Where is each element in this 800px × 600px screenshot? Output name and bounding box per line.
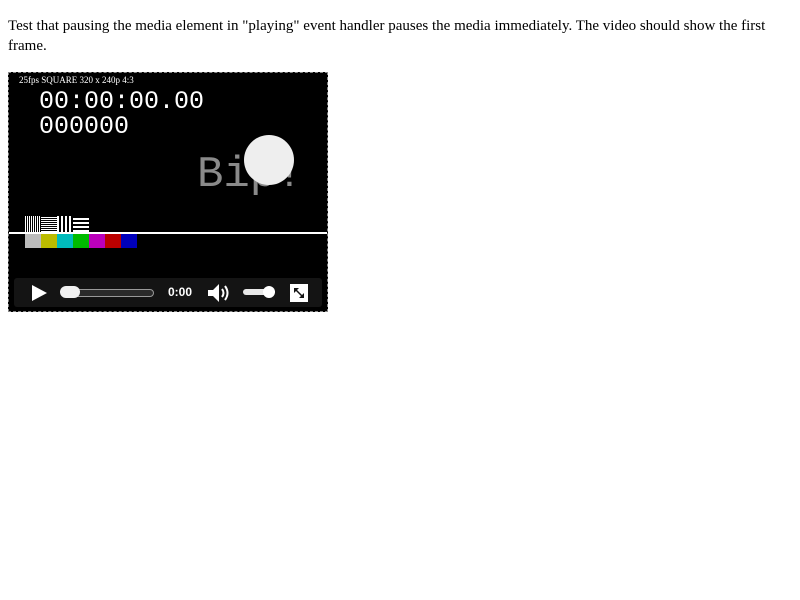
flash-circle — [244, 135, 294, 185]
color-bar — [89, 234, 105, 248]
seek-thumb[interactable] — [60, 286, 80, 298]
test-description: Test that pausing the media element in "… — [8, 18, 766, 54]
current-time: 0:00 — [167, 285, 193, 299]
fullscreen-icon — [290, 284, 308, 302]
test-pattern — [57, 216, 73, 232]
play-icon — [32, 285, 47, 301]
video-info-label: 25fps SQUARE 320 x 240p 4:3 — [19, 75, 134, 85]
volume-icon — [208, 284, 229, 302]
play-button[interactable] — [30, 284, 48, 302]
color-bar — [73, 234, 89, 248]
color-bar — [57, 234, 73, 248]
mute-button[interactable] — [207, 283, 233, 303]
color-bar — [25, 234, 41, 248]
timecode: 00:00:00.00 — [39, 87, 205, 116]
color-bar — [121, 234, 137, 248]
color-bars — [25, 234, 137, 248]
test-pattern — [73, 216, 89, 232]
video-player[interactable]: 25fps SQUARE 320 x 240p 4:3 00:00:00.00 … — [8, 72, 328, 312]
media-controls: 0:00 — [14, 278, 322, 307]
volume-thumb[interactable] — [263, 286, 275, 298]
frame-counter: 000000 — [39, 112, 130, 141]
color-bar — [105, 234, 121, 248]
test-pattern — [25, 216, 41, 232]
test-pattern — [41, 216, 57, 232]
fullscreen-button[interactable] — [290, 284, 308, 302]
color-bar — [41, 234, 57, 248]
